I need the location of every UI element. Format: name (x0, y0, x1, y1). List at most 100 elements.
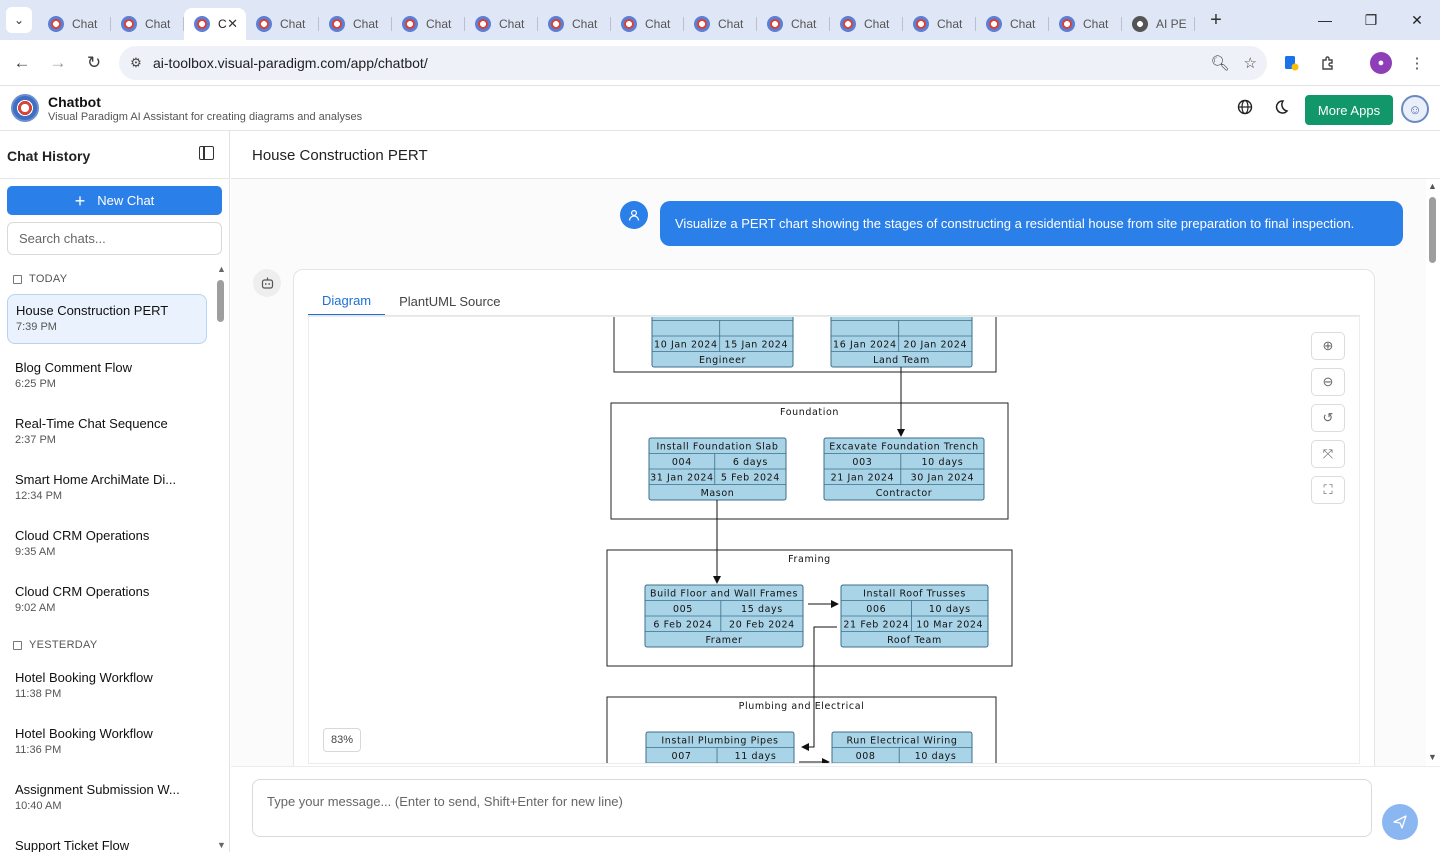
scroll-down-arrow-icon[interactable]: ▼ (1428, 752, 1437, 762)
chat-item-title: House Construction PERT (16, 303, 169, 318)
chat-item-time: 6:25 PM (15, 378, 56, 390)
app-header: Chatbot Visual Paradigm AI Assistant for… (0, 87, 1440, 131)
sidebar-scrollbar[interactable]: ▲ ▼ (216, 264, 226, 852)
task-duration: 10 days (922, 457, 964, 468)
diagram-response-card: Diagram PlantUML Source Foundation Framin… (293, 269, 1375, 766)
chat-history-item[interactable]: Cloud CRM Operations 9:02 AM (0, 574, 216, 630)
send-button[interactable] (1382, 804, 1418, 840)
site-info-icon[interactable]: ⚙ (119, 55, 153, 71)
bookmark-star-icon[interactable]: ☆ (1244, 54, 1257, 72)
browser-tab[interactable]: Chat (757, 8, 830, 40)
search-chats-input[interactable]: Search chats... (7, 222, 222, 255)
tab-label: Chat (499, 17, 525, 31)
message-input[interactable]: Type your message... (Enter to send, Shi… (252, 779, 1372, 837)
chat-history-item[interactable]: Cloud CRM Operations 9:35 AM (0, 518, 216, 574)
globe-icon[interactable] (1237, 99, 1253, 120)
browser-tab[interactable]: Chat (611, 8, 684, 40)
task-end-date: 20 Jan 2024 (904, 340, 968, 351)
dark-mode-moon-icon[interactable] (1273, 99, 1289, 120)
scrollbar-thumb[interactable] (1429, 197, 1436, 263)
browser-menu-button[interactable]: ⋮ (1400, 46, 1434, 80)
task-start-date: 21 Jan 2024 (831, 473, 895, 484)
extension-icon[interactable] (1274, 46, 1308, 80)
tab-label: Chat (426, 17, 452, 31)
browser-tab[interactable]: Chat (903, 8, 976, 40)
tab-label: Chat (353, 17, 379, 31)
tab-diagram[interactable]: Diagram (308, 286, 386, 316)
task-duration: 10 days (915, 751, 957, 762)
vp-favicon-icon (194, 16, 210, 32)
chat-history-item[interactable]: Assignment Submission W... 10:40 AM (0, 772, 216, 828)
task-owner: Framer (705, 635, 742, 646)
conversation-scrollbar[interactable]: ▲ ▼ (1426, 179, 1438, 766)
browser-tab[interactable]: Chat (392, 8, 465, 40)
task-name: Build Floor and Wall Frames (650, 589, 798, 600)
chat-history-item[interactable]: Blog Comment Flow 6:25 PM (0, 350, 216, 406)
forward-button[interactable]: → (40, 45, 76, 81)
chat-history-item[interactable]: Support Ticket Flow (0, 828, 216, 852)
task-owner: Contractor (876, 488, 933, 499)
close-tab-icon[interactable]: ✕ (227, 16, 238, 32)
tab-plantuml-source[interactable]: PlantUML Source (385, 286, 514, 316)
zoom-in-icon[interactable]: ⊕ (1311, 332, 1345, 360)
sidebar-toggle-icon[interactable] (199, 146, 214, 160)
task-name: Install Roof Trusses (863, 589, 966, 600)
chat-item-title: Support Ticket Flow (15, 838, 130, 852)
back-button[interactable]: ← (4, 45, 40, 81)
profile-avatar[interactable]: ● (1364, 46, 1398, 80)
divider (0, 178, 230, 179)
zoom-out-icon[interactable]: ⊖ (1311, 368, 1345, 396)
fullscreen-icon[interactable]: ⛶ (1311, 476, 1345, 504)
browser-tab[interactable]: Chat (246, 8, 319, 40)
more-apps-button[interactable]: More Apps (1305, 95, 1393, 125)
task-name: Run Electrical Wiring (847, 736, 958, 747)
scroll-up-arrow-icon[interactable]: ▲ (217, 264, 226, 274)
browser-tab[interactable]: Chat (830, 8, 903, 40)
chat-history-item[interactable]: Hotel Booking Workflow 11:36 PM (0, 716, 216, 772)
new-tab-button[interactable]: + (1201, 9, 1231, 32)
omnibox[interactable]: ⚙ ai-toolbox.visual-paradigm.com/app/cha… (119, 46, 1267, 80)
browser-tab[interactable]: C ✕ (184, 8, 246, 40)
zoom-icon[interactable]: 🔍︎ (1211, 54, 1230, 72)
new-chat-button[interactable]: + New Chat (7, 186, 222, 215)
tab-label: Chat (280, 17, 306, 31)
reset-view-icon[interactable]: ↺ (1311, 404, 1345, 432)
tab-label: Chat (1083, 17, 1109, 31)
browser-tab[interactable]: Chat (976, 8, 1049, 40)
extensions-puzzle-icon[interactable] (1311, 46, 1345, 80)
task-owner: Land Team (873, 355, 930, 366)
chat-history-item[interactable]: Smart Home ArchiMate Di... 12:34 PM (0, 462, 216, 518)
fit-to-screen-icon[interactable]: ⤧ (1311, 440, 1345, 468)
browser-tab[interactable]: Chat (38, 8, 111, 40)
diagram-canvas[interactable]: Foundation Framing Plumbing and Electrical… (308, 316, 1360, 764)
task-start-date: 31 Jan 2024 (650, 473, 714, 484)
task-duration: 11 days (735, 751, 777, 762)
browser-tab[interactable]: Chat (465, 8, 538, 40)
scroll-up-arrow-icon[interactable]: ▲ (1428, 181, 1437, 191)
chat-item-time: 11:38 PM (15, 688, 62, 700)
chat-history-item[interactable]: House Construction PERT 7:39 PM (7, 294, 207, 344)
task-end-date: 5 Feb 2024 (721, 473, 780, 484)
chat-item-title: Real-Time Chat Sequence (15, 416, 168, 431)
chat-history-item[interactable]: Hotel Booking Workflow 11:38 PM (0, 660, 216, 716)
tab-label: Chat (791, 17, 817, 31)
scroll-down-arrow-icon[interactable]: ▼ (217, 840, 226, 850)
maximize-button[interactable]: ❐ (1348, 0, 1394, 40)
browser-tab[interactable]: Chat (538, 8, 611, 40)
reload-button[interactable]: ↻ (76, 45, 112, 81)
close-window-button[interactable]: ✕ (1394, 0, 1440, 40)
chat-history-item[interactable]: Real-Time Chat Sequence 2:37 PM (0, 406, 216, 462)
tab-search-button[interactable]: ⌄ (0, 0, 38, 40)
scrollbar-thumb[interactable] (217, 280, 224, 322)
browser-tab[interactable]: AI PE (1122, 8, 1195, 40)
browser-tab[interactable]: Chat (319, 8, 392, 40)
browser-tab[interactable]: Chat (684, 8, 757, 40)
browser-tab[interactable]: Chat (1049, 8, 1122, 40)
calendar-icon (13, 640, 22, 650)
chat-list: TODAY House Construction PERT 7:39 PM Blog … (0, 264, 216, 852)
vp-favicon-icon (475, 16, 491, 32)
url-text[interactable]: ai-toolbox.visual-paradigm.com/app/chatb… (153, 55, 428, 71)
minimize-button[interactable]: — (1302, 0, 1348, 40)
browser-tab[interactable]: Chat (111, 8, 184, 40)
chatbot-avatar-icon[interactable]: ☺ (1401, 95, 1429, 123)
